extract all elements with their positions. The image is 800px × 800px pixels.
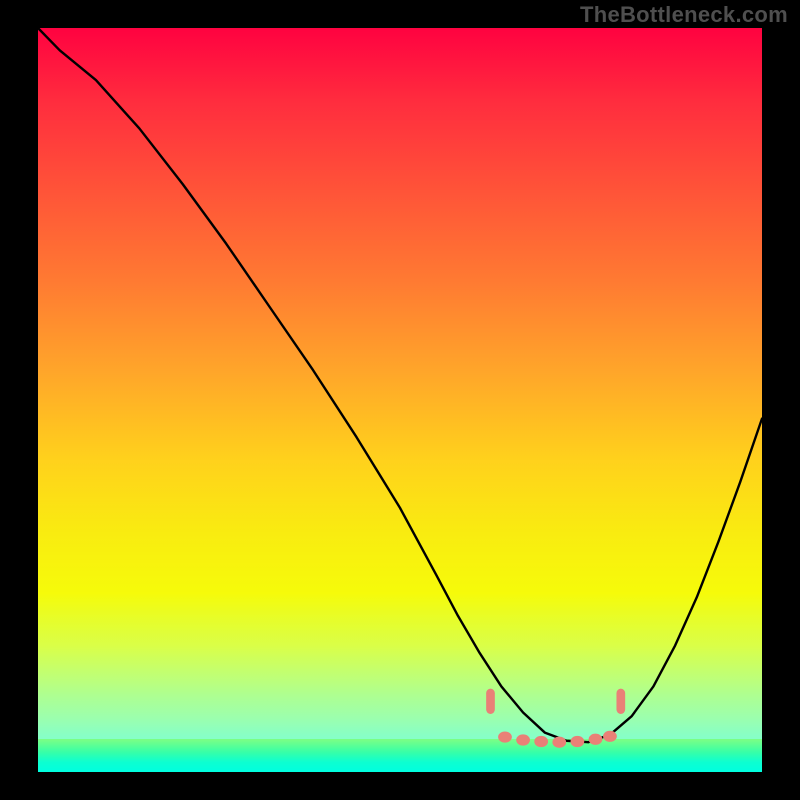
plot-area — [38, 28, 762, 772]
optimal-range-markers — [486, 689, 625, 748]
range-dot — [603, 731, 617, 742]
bottleneck-curve-path — [38, 28, 762, 742]
chart-container: TheBottleneck.com — [0, 0, 800, 800]
range-dot — [552, 737, 566, 748]
range-dot — [589, 734, 603, 745]
range-end-tick — [616, 689, 625, 714]
range-dot — [571, 736, 585, 747]
range-end-tick — [486, 689, 495, 714]
bottleneck-curve-svg — [38, 28, 762, 772]
range-dot — [516, 734, 530, 745]
watermark-text: TheBottleneck.com — [580, 2, 788, 28]
range-dot — [498, 731, 512, 742]
range-dot — [534, 736, 548, 747]
